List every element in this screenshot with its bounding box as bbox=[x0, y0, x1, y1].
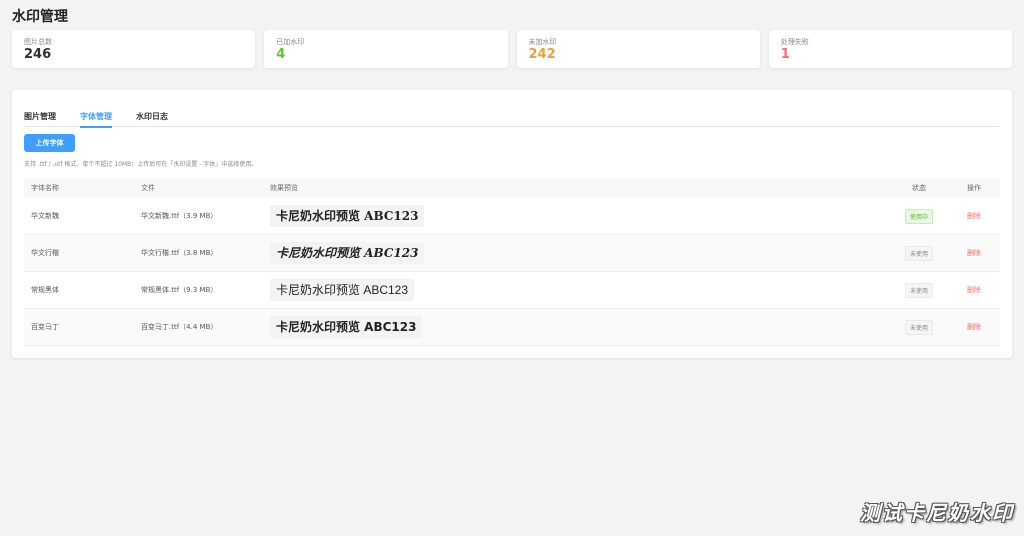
tab-image-management[interactable]: 图片管理 bbox=[24, 109, 56, 127]
status-badge: 未使用 bbox=[904, 319, 933, 335]
status-cell: 未使用 bbox=[890, 282, 948, 298]
font-name: 常规黑体 bbox=[31, 286, 59, 294]
preview-cell: 卡尼奶水印预览 ABC123 bbox=[270, 279, 890, 301]
font-management-panel: 图片管理 字体管理 水印日志 上传字体 支持 .ttf / .otf 格式，单个… bbox=[12, 90, 1012, 358]
table-row: 常规黑体 常规黑体.ttf（9.3 MB） 卡尼奶水印预览 ABC123 未使用… bbox=[24, 272, 1000, 309]
stat-label: 已加水印 bbox=[276, 38, 305, 46]
watermark-text: 测试卡尼奶水印 bbox=[860, 501, 1014, 525]
stat-value: 4 bbox=[276, 47, 286, 62]
table-row: 华文新魏 华文新魏.ttf（3.9 MB） 卡尼奶水印预览 ABC123 使用中… bbox=[24, 198, 1000, 235]
preview-cell: 卡尼奶水印预览 ABC123 bbox=[270, 316, 890, 338]
delete-link[interactable]: 删除 bbox=[967, 248, 981, 258]
font-preview: 卡尼奶水印预览 ABC123 bbox=[270, 279, 415, 301]
stat-label: 处理失败 bbox=[780, 38, 809, 46]
stat-label: 图片总数 bbox=[24, 38, 52, 46]
font-file: 常规黑体.ttf（9.3 MB） bbox=[141, 286, 218, 294]
font-preview: 卡尼奶水印预览 ABC123 bbox=[270, 205, 425, 227]
status-badge: 未使用 bbox=[904, 282, 933, 298]
header-operation: 操作 bbox=[967, 184, 981, 192]
status-badge: 使用中 bbox=[904, 208, 933, 224]
status-cell: 未使用 bbox=[890, 245, 948, 261]
header-preview: 效果预览 bbox=[270, 184, 298, 192]
font-preview: 卡尼奶水印预览 ABC123 bbox=[270, 316, 423, 338]
stat-value: 242 bbox=[528, 47, 556, 62]
table-header: 字体名称 文件 效果预览 状态 操作 bbox=[24, 178, 1000, 198]
table-row: 百变马丁 百变马丁.ttf（4.4 MB） 卡尼奶水印预览 ABC123 未使用… bbox=[24, 309, 1000, 346]
header-file: 文件 bbox=[141, 184, 155, 192]
op-cell: 删除 bbox=[948, 248, 1000, 258]
op-cell: 删除 bbox=[948, 285, 1000, 295]
tab-font-management[interactable]: 字体管理 bbox=[80, 109, 112, 128]
op-cell: 删除 bbox=[948, 211, 1000, 221]
stat-label: 未加水印 bbox=[528, 38, 557, 46]
preview-cell: 卡尼奶水印预览 ABC123 bbox=[270, 205, 890, 227]
font-file: 华文行楷.ttf（3.8 MB） bbox=[141, 249, 218, 257]
delete-link[interactable]: 删除 bbox=[967, 211, 981, 221]
upload-hint: 支持 .ttf / .otf 格式，单个不超过 10MB；上传后可在「水印设置 … bbox=[24, 161, 258, 168]
header-status: 状态 bbox=[912, 184, 926, 192]
tab-bar: 图片管理 字体管理 水印日志 bbox=[24, 109, 1000, 128]
header-font-name: 字体名称 bbox=[31, 184, 59, 192]
stat-card-failed: 处理失败 1 bbox=[768, 30, 1012, 68]
delete-link[interactable]: 删除 bbox=[967, 285, 981, 295]
table-row: 华文行楷 华文行楷.ttf（3.8 MB） 卡尼奶水印预览 ABC123 未使用… bbox=[24, 235, 1000, 272]
stat-card-total: 图片总数 246 bbox=[12, 30, 256, 68]
preview-cell: 卡尼奶水印预览 ABC123 bbox=[270, 242, 890, 264]
font-name: 华文行楷 bbox=[31, 249, 59, 257]
delete-link[interactable]: 删除 bbox=[967, 322, 981, 332]
status-cell: 未使用 bbox=[890, 319, 948, 335]
font-table: 字体名称 文件 效果预览 状态 操作 华文新魏 华文新魏.ttf（3.9 MB）… bbox=[24, 178, 1000, 346]
stat-value: 246 bbox=[24, 47, 52, 62]
status-cell: 使用中 bbox=[890, 208, 948, 224]
upload-font-button[interactable]: 上传字体 bbox=[24, 134, 75, 152]
stats-row: 图片总数 246 已加水印 4 未加水印 242 处理失败 1 bbox=[12, 30, 1012, 68]
page-title: 水印管理 bbox=[12, 9, 68, 25]
stat-card-watermarked: 已加水印 4 bbox=[264, 30, 508, 68]
font-name: 华文新魏 bbox=[31, 212, 59, 220]
stat-card-unwatermarked: 未加水印 242 bbox=[516, 30, 760, 68]
op-cell: 删除 bbox=[948, 322, 1000, 332]
font-name: 百变马丁 bbox=[31, 323, 59, 331]
status-badge: 未使用 bbox=[904, 245, 933, 261]
stat-value: 1 bbox=[780, 47, 790, 62]
tab-watermark-log[interactable]: 水印日志 bbox=[136, 109, 168, 127]
font-preview: 卡尼奶水印预览 ABC123 bbox=[270, 242, 425, 264]
font-file: 华文新魏.ttf（3.9 MB） bbox=[141, 212, 218, 220]
font-file: 百变马丁.ttf（4.4 MB） bbox=[141, 323, 218, 331]
